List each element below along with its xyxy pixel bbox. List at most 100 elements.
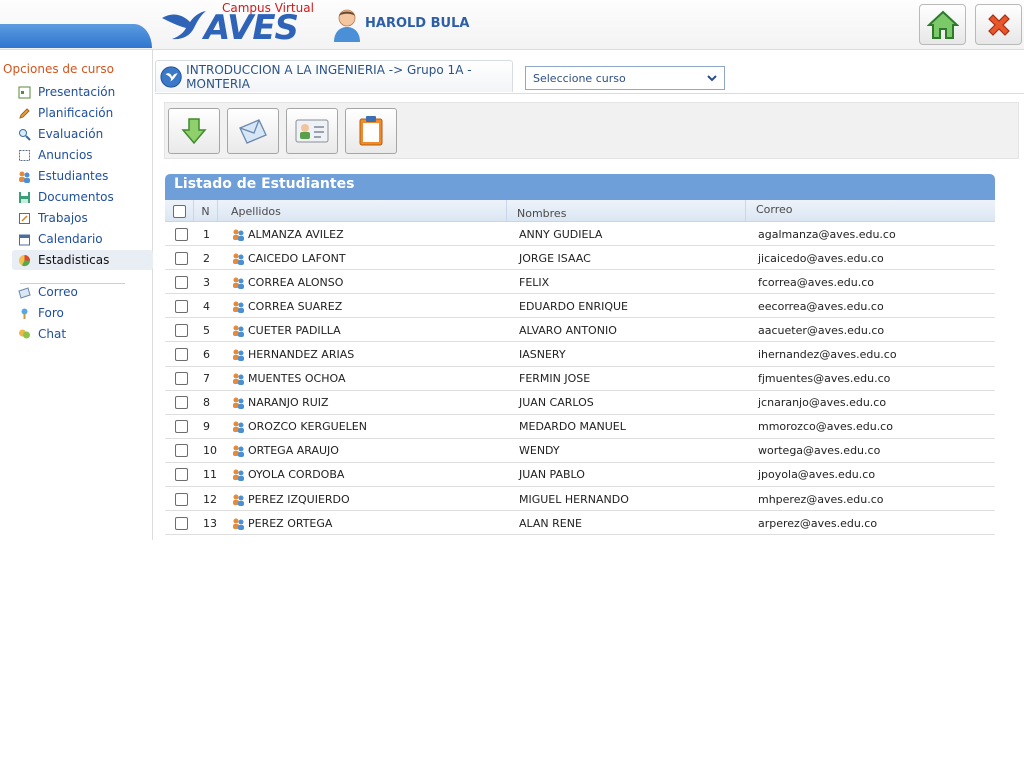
sidebar-item-planificacion[interactable]: Planificación [12, 103, 153, 123]
row-apellidos[interactable]: OROZCO KERGUELEN [248, 420, 367, 433]
row-correo[interactable]: arperez@aves.edu.co [758, 511, 877, 535]
row-checkbox[interactable] [175, 275, 188, 289]
row-checkbox-cell [175, 415, 188, 439]
row-apellidos[interactable]: CORREA ALONSO [248, 276, 343, 289]
course-select[interactable]: Seleccione curso [525, 66, 725, 90]
student-card-button[interactable] [286, 108, 338, 154]
row-correo[interactable]: fcorrea@aves.edu.co [758, 270, 874, 294]
row-apellidos[interactable]: MUENTES OCHOA [248, 372, 345, 385]
home-button[interactable] [919, 4, 966, 45]
row-correo[interactable]: mhperez@aves.edu.co [758, 487, 884, 511]
table-row[interactable]: 8 NARANJO RUIZ JUAN CARLOS jcnaranjo@aves.e… [165, 391, 995, 415]
sidebar-item-trabajos[interactable]: Trabajos [12, 208, 153, 228]
row-checkbox[interactable] [175, 323, 188, 337]
exit-button[interactable] [975, 4, 1022, 45]
row-apellidos[interactable]: ALMANZA AVILEZ [248, 228, 344, 241]
home-icon [926, 10, 959, 39]
table-header: N Apellidos Nombres Correo [165, 200, 995, 222]
row-checkbox-cell [175, 294, 188, 318]
row-checkbox[interactable] [175, 516, 188, 530]
column-header-n[interactable]: N [194, 200, 218, 222]
row-checkbox[interactable] [175, 251, 188, 265]
row-checkbox[interactable] [175, 492, 188, 506]
column-header-correo[interactable]: Correo [746, 200, 995, 222]
row-checkbox-cell [175, 318, 188, 342]
row-apellidos[interactable]: CUETER PADILLA [248, 324, 341, 337]
row-number: 11 [203, 468, 217, 482]
row-apellidos[interactable]: CAICEDO LAFONT [248, 252, 346, 265]
sidebar-item-estudiantes[interactable]: Estudiantes [12, 166, 153, 186]
student-icon [232, 468, 245, 482]
table-row[interactable]: 12 PEREZ IZQUIERDO MIGUEL HERNANDO mhperez@… [165, 487, 995, 512]
sidebar-item-label: Foro [38, 306, 64, 320]
download-button[interactable] [168, 108, 220, 154]
sidebar-item-correo[interactable]: Correo [12, 282, 153, 302]
row-checkbox[interactable] [175, 420, 188, 434]
row-checkbox[interactable] [175, 299, 188, 313]
students-icon [17, 169, 31, 183]
column-header-apellidos[interactable]: Apellidos [218, 200, 507, 222]
table-row[interactable]: 11 OYOLA CORDOBA JUAN PABLO jpoyola@aves.ed… [165, 463, 995, 488]
row-correo[interactable]: mmorozco@aves.edu.co [758, 415, 893, 439]
table-row[interactable]: 5 CUETER PADILLA ALVARO ANTONIO aacueter@av… [165, 318, 995, 343]
course-logo-icon [160, 65, 182, 88]
row-checkbox[interactable] [175, 372, 188, 386]
table-row[interactable]: 9 OROZCO KERGUELEN MEDARDO MANUEL mmorozco@… [165, 415, 995, 439]
row-nombres: JUAN PABLO [519, 468, 585, 482]
table-row[interactable]: 7 MUENTES OCHOA FERMIN JOSE fjmuentes@aves.… [165, 367, 995, 391]
students-list-title: Listado de Estudiantes [165, 174, 995, 200]
row-apellidos[interactable]: CORREA SUAREZ [248, 300, 342, 313]
row-nombres: MIGUEL HERNANDO [519, 492, 629, 506]
row-apellidos-cell: CAICEDO LAFONT [232, 246, 346, 270]
column-header-nombres[interactable]: Nombres [507, 200, 746, 222]
sidebar-item-presentacion[interactable]: Presentación [12, 82, 153, 102]
row-apellidos[interactable]: HERNANDEZ ARIAS [248, 348, 354, 361]
row-apellidos[interactable]: PEREZ ORTEGA [248, 517, 332, 530]
table-row[interactable]: 1 ALMANZA AVILEZ ANNY GUDIELA agalmanza@ave… [165, 222, 995, 247]
sidebar-item-foro[interactable]: Foro [12, 303, 153, 323]
select-all-checkbox[interactable] [172, 204, 186, 218]
send-mail-button[interactable] [227, 108, 279, 154]
sidebar-item-estadisticas[interactable]: Estadisticas [12, 250, 153, 270]
row-checkbox[interactable] [175, 468, 188, 482]
row-correo[interactable]: jicaicedo@aves.edu.co [758, 246, 884, 270]
student-card-icon [295, 119, 329, 143]
sidebar-item-documentos[interactable]: Documentos [12, 187, 153, 207]
row-correo[interactable]: fjmuentes@aves.edu.co [758, 367, 890, 391]
table-row[interactable]: 3 CORREA ALONSO FELIX fcorrea@aves.edu.co [165, 270, 995, 295]
row-number: 5 [203, 323, 210, 337]
row-correo[interactable]: eecorrea@aves.edu.co [758, 294, 884, 318]
row-apellidos[interactable]: PEREZ IZQUIERDO [248, 493, 350, 506]
row-checkbox[interactable] [175, 227, 188, 241]
statistics-icon [17, 253, 31, 267]
select-all-cell [165, 200, 194, 222]
header-accent-tab [0, 24, 152, 48]
table-row[interactable]: 13 PEREZ ORTEGA ALAN RENE arperez@aves.edu.… [165, 511, 995, 536]
clipboard-button[interactable] [345, 108, 397, 154]
row-checkbox[interactable] [175, 347, 188, 361]
table-row[interactable]: 6 HERNANDEZ ARIAS IASNERY ihernandez@aves.e… [165, 342, 995, 367]
table-row[interactable]: 10 ORTEGA ARAUJO WENDY wortega@aves.edu.co [165, 439, 995, 463]
sidebar-item-chat[interactable]: Chat [12, 324, 153, 344]
row-correo[interactable]: aacueter@aves.edu.co [758, 318, 884, 342]
row-correo[interactable]: agalmanza@aves.edu.co [758, 222, 896, 246]
table-row[interactable]: 2 CAICEDO LAFONT JORGE ISAAC jicaicedo@aves… [165, 246, 995, 271]
row-checkbox[interactable] [175, 444, 188, 458]
row-apellidos[interactable]: ORTEGA ARAUJO [248, 444, 339, 457]
sidebar-item-label: Evaluación [38, 127, 104, 141]
row-correo[interactable]: jcnaranjo@aves.edu.co [758, 391, 886, 415]
row-correo[interactable]: wortega@aves.edu.co [758, 439, 880, 463]
row-nombres: JORGE ISAAC [519, 251, 591, 265]
row-apellidos[interactable]: OYOLA CORDOBA [248, 468, 344, 481]
row-checkbox[interactable] [175, 396, 188, 410]
sidebar-item-calendario[interactable]: Calendario [12, 229, 153, 249]
row-apellidos-cell: OYOLA CORDOBA [232, 463, 344, 487]
calendar-icon [17, 232, 31, 246]
row-correo[interactable]: ihernandez@aves.edu.co [758, 342, 897, 366]
user-name[interactable]: HAROLD BULA [365, 16, 469, 31]
table-row[interactable]: 4 CORREA SUAREZ EDUARDO ENRIQUE eecorrea@av… [165, 294, 995, 319]
row-apellidos[interactable]: NARANJO RUIZ [248, 396, 329, 409]
row-correo[interactable]: jpoyola@aves.edu.co [758, 463, 875, 487]
sidebar-item-anuncios[interactable]: Anuncios [12, 145, 153, 165]
sidebar-item-evaluacion[interactable]: Evaluación [12, 124, 153, 144]
